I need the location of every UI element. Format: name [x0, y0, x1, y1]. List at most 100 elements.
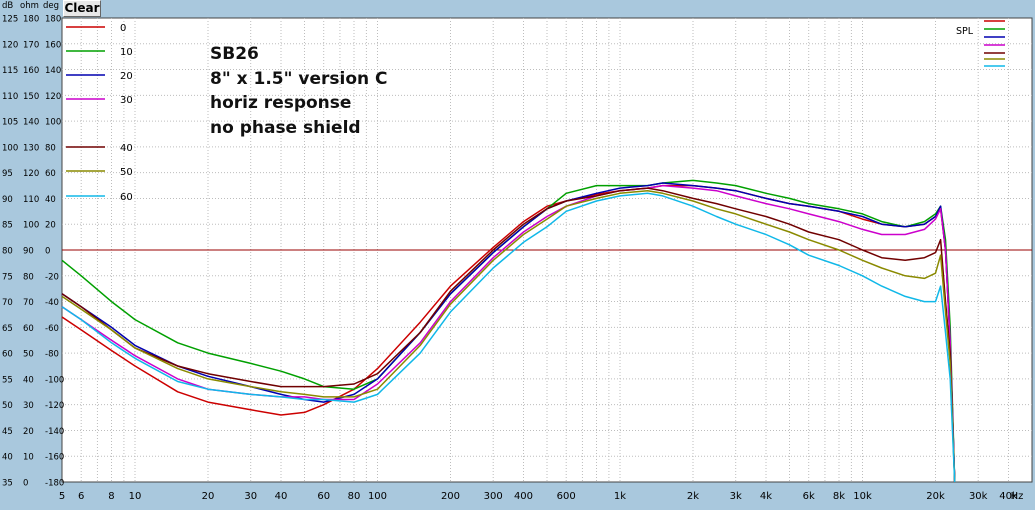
y-tick-label: 180 — [23, 15, 39, 25]
annotation-line-note: no phase shield — [210, 117, 361, 138]
x-tick-label: 1k — [614, 491, 626, 502]
y-tick-label: 120 — [45, 92, 61, 102]
x-axis: 5 6 8 10 20 30 40 60 80 100 200 300 400 600 1k 2k 3k 4k 6k… — [59, 491, 1024, 502]
x-tick-label: 8k — [833, 491, 845, 502]
x-tick-label: 60 — [317, 491, 330, 502]
x-tick-label: 30 — [244, 491, 257, 502]
y-tick-label: 0 — [45, 247, 50, 257]
y-tick-label: -20 — [45, 272, 59, 282]
y-tick-label: 120 — [2, 40, 18, 50]
y-tick-label: 100 — [45, 118, 61, 128]
annotation-line-size: 8" x 1.5" version C — [210, 68, 388, 89]
annotation-line-orientation: horiz response — [210, 93, 352, 113]
y-tick-label: 80 — [2, 247, 13, 257]
x-tick-label: 4k — [760, 491, 772, 502]
y-tick-label: 110 — [23, 195, 39, 205]
x-tick-label: 200 — [441, 491, 460, 502]
y-tick-label: 140 — [23, 118, 39, 128]
x-tick-label: 6 — [78, 491, 84, 502]
y-tick-label: 80 — [45, 143, 56, 153]
x-tick-label: 600 — [557, 491, 576, 502]
x-tick-label: 300 — [484, 491, 503, 502]
y-tick-label: 180 — [45, 15, 61, 25]
y-tick-label: -40 — [45, 298, 59, 308]
y-tick-label: 90 — [23, 247, 34, 257]
y-tick-label: 40 — [2, 453, 13, 463]
clear-button[interactable]: Clear — [63, 0, 101, 17]
legend-label-20: 20 — [120, 71, 133, 82]
y-tick-label: 170 — [23, 40, 39, 50]
x-tick-label: 20 — [202, 491, 215, 502]
y-axis: 125 180 180 120 170 160 115 160 140 110 150 120 105 1… — [2, 1, 64, 489]
x-axis-unit: Hz — [1011, 491, 1024, 502]
x-tick-label: 40 — [275, 491, 288, 502]
y-tick-label: 40 — [23, 375, 34, 385]
y-tick-label: -180 — [45, 479, 64, 489]
y-tick-label: 60 — [45, 169, 56, 179]
legend-label-50: 50 — [120, 167, 133, 178]
x-tick-label: 10k — [853, 491, 872, 502]
y-tick-label: 100 — [23, 221, 39, 231]
legend-label-40: 40 — [120, 143, 133, 154]
y-tick-label: 80 — [23, 272, 34, 282]
y-axis-header: ohm — [20, 1, 39, 11]
frequency-response-chart: 125 180 180120 170 160115 160 140110 150 120105 1… — [2, 1, 1033, 502]
y-tick-label: 90 — [2, 195, 13, 205]
y-tick-label: 65 — [2, 324, 13, 334]
y-tick-label: -120 — [45, 401, 64, 411]
y-tick-label: 140 — [45, 66, 61, 76]
y-tick-label: -140 — [45, 427, 64, 437]
x-tick-label: 8 — [108, 491, 114, 502]
y-tick-label: 85 — [2, 221, 13, 231]
y-tick-label: -60 — [45, 324, 59, 334]
y-tick-label: 160 — [45, 40, 61, 50]
x-tick-label: 400 — [514, 491, 533, 502]
y-tick-label: 100 — [2, 143, 18, 153]
y-tick-label: 75 — [2, 272, 13, 282]
y-tick-label: 45 — [2, 427, 13, 437]
legend-label-60: 60 — [120, 192, 133, 203]
y-tick-label: 125 — [2, 15, 18, 25]
legend-label-30: 30 — [120, 95, 133, 106]
y-tick-label: 60 — [2, 350, 13, 360]
x-tick-label: 6k — [803, 491, 815, 502]
y-axis-header: deg — [43, 1, 59, 11]
y-tick-label: 120 — [23, 169, 39, 179]
y-tick-label: 110 — [2, 92, 18, 102]
x-tick-label: 20k — [926, 491, 945, 502]
y-tick-label: 50 — [2, 401, 13, 411]
chart-area: 125 180 180 120 170 160 115 160 140 110 150 120 105 1… — [0, 0, 1035, 506]
y-tick-label: 105 — [2, 118, 18, 128]
x-tick-label: 3k — [730, 491, 742, 502]
chart-annotation: SB26 8" x 1.5" version C horiz response … — [210, 42, 388, 140]
y-tick-label: 0 — [23, 479, 28, 489]
x-tick-label: 5 — [59, 491, 65, 502]
y-tick-label: 20 — [45, 221, 56, 231]
spl-label: SPL — [956, 26, 974, 37]
y-tick-label: 115 — [2, 66, 18, 76]
x-tick-label: 80 — [348, 491, 361, 502]
y-axis-header: dB — [2, 1, 13, 11]
y-tick-label: -100 — [45, 375, 64, 385]
y-tick-label: 20 — [23, 427, 34, 437]
y-tick-label: -160 — [45, 453, 64, 463]
y-tick-label: 130 — [23, 143, 39, 153]
legend-label-10: 10 — [120, 47, 133, 58]
y-tick-label: 10 — [23, 453, 34, 463]
y-tick-label: 35 — [2, 479, 13, 489]
y-tick-label: 55 — [2, 375, 13, 385]
y-tick-label: 95 — [2, 169, 13, 179]
y-tick-label: 150 — [23, 92, 39, 102]
y-tick-label: 40 — [45, 195, 56, 205]
y-tick-label: 70 — [23, 298, 34, 308]
legend-label-0: 0 — [120, 23, 126, 34]
y-tick-label: 50 — [23, 350, 34, 360]
annotation-line-model: SB26 — [210, 44, 259, 64]
y-tick-label: 60 — [23, 324, 34, 334]
y-tick-label: -80 — [45, 350, 59, 360]
x-tick-label: 10 — [129, 491, 142, 502]
y-tick-label: 70 — [2, 298, 13, 308]
y-tick-label: 160 — [23, 66, 39, 76]
x-tick-label: 2k — [687, 491, 699, 502]
y-tick-label: 30 — [23, 401, 34, 411]
